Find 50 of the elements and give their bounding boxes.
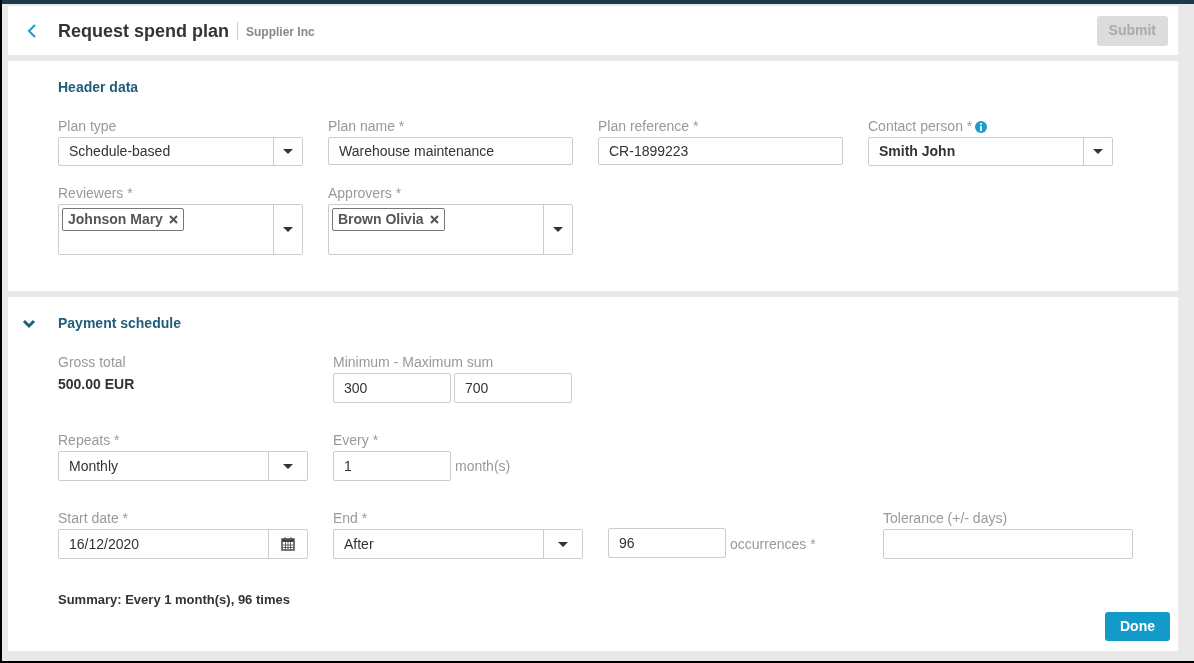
calendar-icon (281, 537, 295, 551)
token-label: Brown Olivia (338, 210, 424, 229)
remove-icon[interactable] (168, 215, 178, 224)
multi-select-field[interactable]: Johnson Mary (58, 204, 303, 255)
section-title: Header data (58, 78, 140, 97)
dropdown[interactable]: Smith John (868, 137, 1113, 166)
token-label: Johnson Mary (68, 210, 163, 229)
text-input[interactable]: CR-1899223 (598, 137, 843, 165)
info-icon[interactable] (975, 120, 988, 133)
caret-icon (553, 227, 563, 232)
caret-icon (1093, 149, 1103, 154)
field-label: End * (333, 509, 369, 527)
minimum-input[interactable]: 300 (333, 373, 451, 403)
unit-label: occurrences * (730, 535, 816, 554)
field-label: Plan type (58, 117, 117, 136)
page-subtitle: Supplier Inc (245, 24, 315, 41)
every-input[interactable]: 1 (333, 451, 451, 481)
field-label: Tolerance (+/- days) (883, 509, 1009, 527)
caret-icon (283, 149, 293, 154)
caret-icon (558, 541, 568, 547)
section-title: Payment schedule (58, 314, 181, 333)
field-label: Minimum - Maximum sum (333, 353, 495, 371)
gross-total-value: 500.00 EUR (58, 375, 136, 394)
field-label: Start date * (58, 509, 130, 527)
field-label: Reviewers * (58, 184, 133, 203)
token-chip[interactable]: Johnson Mary (62, 208, 184, 231)
dropdown[interactable]: After (333, 529, 583, 559)
maximum-input[interactable]: 700 (454, 373, 572, 403)
field-label: Plan name * (328, 117, 405, 136)
caret-icon (283, 463, 293, 469)
field-label: Repeats * (58, 431, 121, 449)
multi-select-field[interactable]: Brown Olivia (328, 204, 573, 255)
caret-icon (283, 227, 293, 232)
tolerance-input[interactable] (883, 529, 1133, 559)
text-input[interactable]: Warehouse maintenance (328, 137, 573, 165)
summary-text: Summary: Every 1 month(s), 96 times (58, 591, 290, 609)
dropdown[interactable]: Schedule-based (58, 137, 303, 166)
field-label: Contact person * (868, 117, 973, 136)
unit-label: month(s) (455, 456, 511, 476)
date-picker-field[interactable]: 16/12/2020 (58, 529, 308, 559)
field-label: Every * (333, 431, 380, 449)
token-chip[interactable]: Brown Olivia (332, 208, 445, 231)
field-label: Approvers * (328, 184, 402, 203)
field-label: Plan reference * (598, 117, 699, 136)
occurrences-input[interactable]: 96 (608, 528, 726, 558)
field-label: Gross total (58, 353, 127, 371)
page-title: Request spend plan (58, 21, 239, 40)
remove-icon[interactable] (429, 215, 439, 224)
back-icon[interactable] (26, 22, 38, 39)
dropdown[interactable]: Monthly (58, 451, 308, 481)
